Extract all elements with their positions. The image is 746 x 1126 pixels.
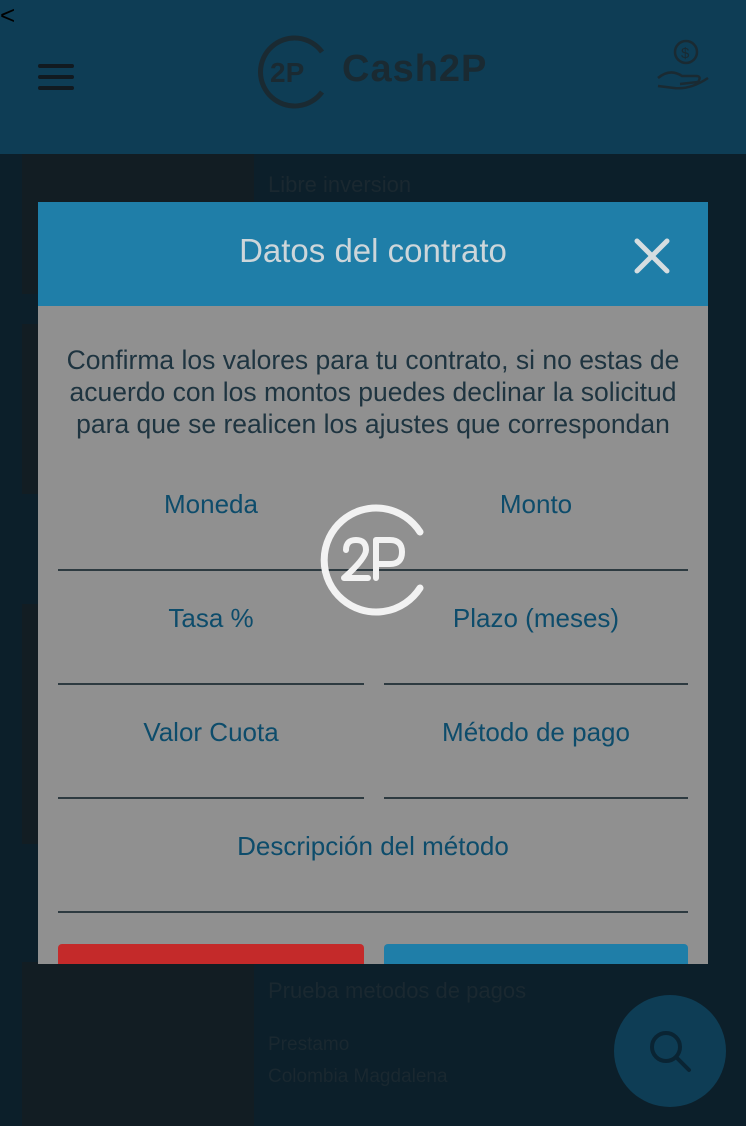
back-link[interactable]: < xyxy=(0,0,15,30)
accept-button[interactable] xyxy=(384,944,688,964)
hand-money-icon[interactable]: $ xyxy=(654,38,712,90)
method-description-field[interactable] xyxy=(58,911,688,913)
item-title: Prueba metodos de pagos xyxy=(268,978,527,1003)
term-field[interactable] xyxy=(384,683,688,685)
brand-logo: 2P Cash2P xyxy=(256,34,496,110)
payment-method-label: Método de pago xyxy=(442,717,630,747)
installment-field[interactable] xyxy=(58,797,364,799)
app-header: < 2P Cash2P $ xyxy=(0,0,746,154)
item-title: Libre inversion xyxy=(268,172,412,197)
search-button[interactable] xyxy=(614,995,726,1107)
modal-header: Datos del contrato xyxy=(38,202,708,306)
menu-icon[interactable] xyxy=(38,64,74,90)
item-thumbnail xyxy=(22,962,254,1126)
item-location: Colombia Magdalena xyxy=(268,1066,448,1087)
decline-button[interactable] xyxy=(58,944,364,964)
brand-name: Cash2P xyxy=(342,48,488,90)
contract-instructions: Confirma los valores para tu contrato, s… xyxy=(66,345,680,439)
svg-text:2P: 2P xyxy=(270,57,304,88)
close-icon[interactable] xyxy=(634,238,670,274)
item-type: Prestamo xyxy=(268,1034,350,1055)
svg-text:$: $ xyxy=(681,45,690,62)
loader-logo-icon xyxy=(320,504,424,616)
rate-field[interactable] xyxy=(58,683,364,685)
method-description-label: Descripción del método xyxy=(237,831,509,861)
search-icon xyxy=(650,1031,691,1072)
payment-method-field[interactable] xyxy=(384,797,688,799)
installment-label: Valor Cuota xyxy=(143,717,279,747)
logo-icon: 2P xyxy=(258,35,325,109)
modal-title: Datos del contrato xyxy=(239,232,507,269)
